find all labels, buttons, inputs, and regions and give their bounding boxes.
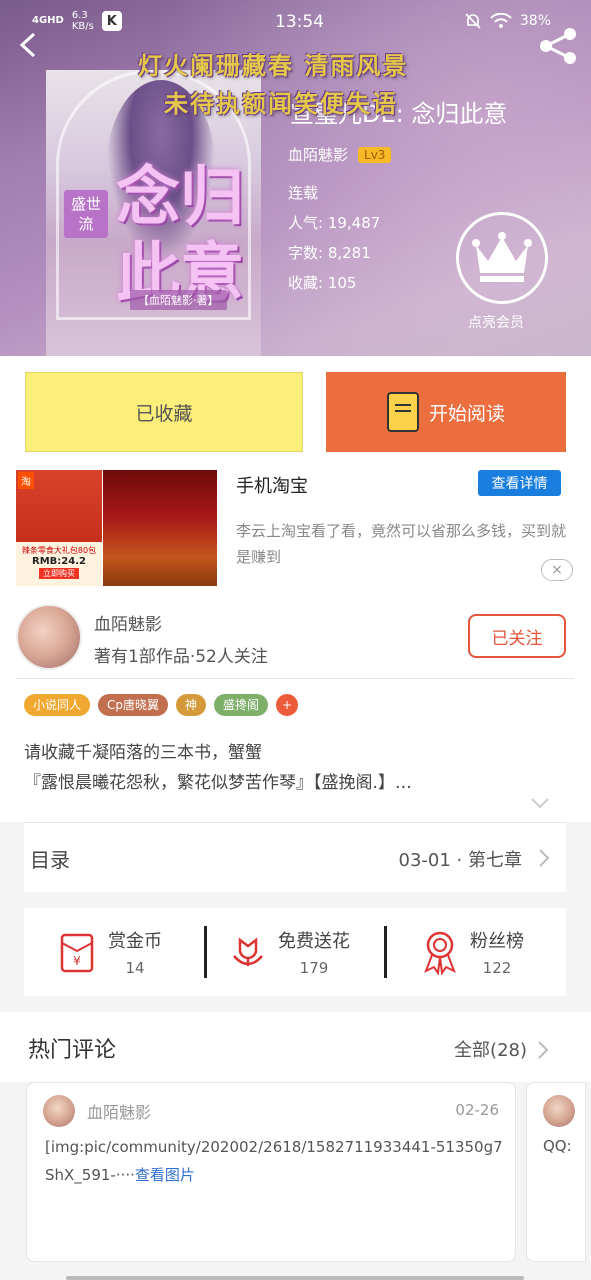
author-stats: 著有1部作品·52人关注 [94, 647, 268, 667]
comment-avatar[interactable] [543, 1095, 575, 1127]
follow-button[interactable]: 已关注 [468, 614, 566, 658]
banner-line-1: 灯火阑珊藏春 清雨风景 [138, 51, 409, 80]
svg-text:¥: ¥ [73, 954, 81, 968]
chevron-down-icon[interactable] [530, 796, 550, 810]
wifi-icon [490, 13, 512, 28]
divider [16, 678, 574, 679]
divider [24, 822, 566, 823]
book-status: 连载 [288, 184, 319, 202]
fans-stat[interactable]: 粉丝榜 122 [420, 924, 524, 980]
divider [384, 926, 387, 978]
ad-product-image[interactable]: 淘 辣条零食大礼包80包 RMB:24.2 立即购买 [16, 470, 102, 586]
ad-banner[interactable]: 淘 辣条零食大礼包80包 RMB:24.2 立即购买 手机淘宝 查看详情 李云上… [0, 466, 591, 592]
hot-comments-section: 热门评论 全部(28) 血陌魅影 02-26 [img:pic/communit… [0, 1012, 591, 1280]
share-icon[interactable] [536, 26, 580, 66]
reward-count: 14 [125, 959, 145, 977]
medal-icon [424, 931, 456, 975]
ad-promo-text: 辣条零食大礼包80包 [21, 546, 97, 555]
chevron-right-icon [539, 849, 550, 867]
back-arrow-icon[interactable] [14, 30, 44, 60]
comment-text: QQ: [543, 1137, 572, 1155]
comment-body: [img:pic/community/202002/2618/158271193… [45, 1138, 503, 1184]
vip-crown-button[interactable] [456, 212, 548, 304]
action-bar: 已收藏 开始阅读 [0, 356, 591, 466]
ad-detail-button[interactable]: 查看详情 [478, 470, 561, 496]
flowers-count: 179 [299, 959, 329, 977]
book-popularity: 人气: 19,487 [288, 214, 381, 232]
flower-icon [233, 937, 263, 966]
ad-product-image-2[interactable] [103, 470, 217, 586]
comments-header: 热门评论 全部(28) [0, 1012, 591, 1082]
add-tag-button[interactable]: + [276, 694, 299, 716]
tag-item[interactable]: 神 [176, 694, 207, 716]
book-header: 4GHD 6.3 KB/s K 13:54 38% 灯火阑珊藏春 清雨风景 未待… [0, 0, 591, 356]
cover-subtitle: 【血陌魅影·著】 [130, 290, 227, 310]
book-icon [386, 392, 419, 432]
vip-label[interactable]: 点亮会员 [468, 312, 524, 332]
chevron-right-icon[interactable] [537, 1040, 549, 1060]
divider [204, 926, 207, 978]
tag-item[interactable]: 盛搀阁 [214, 694, 269, 716]
author-level-badge: Lv3 [358, 146, 392, 163]
network-indicator: 4GHD [32, 15, 64, 26]
ad-description: 李云上淘宝看了看，竟然可以省那么多钱，买到就是赚到 [236, 522, 567, 566]
status-left: 4GHD 6.3 KB/s K [32, 10, 122, 32]
flowers-stat[interactable]: 免费送花 179 [228, 924, 350, 980]
ad-price: RMB:24.2 [32, 556, 86, 567]
comment-author[interactable]: 血陌魅影 [87, 1099, 151, 1123]
mute-bell-icon [465, 13, 481, 29]
red-envelope-icon: ¥ [60, 933, 94, 973]
book-description[interactable]: 请收藏千凝陌落的三本书，蟹蟹 『露恨晨曦花怨秋，繁花似梦苦作琴』【盛挽阁.】… [24, 738, 564, 798]
comment-card[interactable]: 血陌魅影 02-26 [img:pic/community/202002/261… [26, 1082, 516, 1262]
banner-line-2: 未待执额闻笑便失语 [164, 89, 398, 118]
comments-title: 热门评论 [28, 1038, 117, 1063]
toc-latest-chapter: 03-01 · 第七章 [398, 850, 522, 871]
start-reading-button[interactable]: 开始阅读 [326, 372, 566, 452]
taobao-tag: 淘 [18, 472, 34, 489]
ad-price-box: 辣条零食大礼包80包 RMB:24.2 立即购买 [16, 542, 102, 586]
k-app-icon: K [101, 11, 122, 31]
comment-card[interactable]: QQ: [526, 1082, 586, 1262]
view-image-link[interactable]: 查看图片 [135, 1166, 195, 1184]
fans-label: 粉丝榜 [470, 931, 524, 952]
start-reading-label: 开始阅读 [428, 402, 505, 425]
book-word-count: 字数: 8,281 [288, 244, 371, 262]
reward-label: 赏金币 [108, 931, 162, 952]
fans-count: 122 [482, 959, 512, 977]
book-author-name[interactable]: 血陌魅影 [288, 144, 348, 165]
stats-row: ¥ 赏金币 14 免费送花 179 粉丝榜 122 [24, 908, 566, 996]
collected-button[interactable]: 已收藏 [25, 372, 303, 452]
crown-icon [472, 232, 532, 282]
author-avatar[interactable] [16, 604, 82, 670]
tag-list: 小说同人 Cp唐晓翼 神 盛搀阁 + [24, 694, 299, 716]
comment-date: 02-26 [455, 1101, 499, 1119]
status-time: 13:54 [275, 12, 324, 32]
all-comments-link[interactable]: 全部(28) [454, 1036, 527, 1062]
ad-buy-label: 立即购买 [39, 568, 79, 579]
tag-item[interactable]: 小说同人 [24, 694, 91, 716]
book-author-row[interactable]: 血陌魅影 Lv3 [288, 144, 392, 165]
comment-avatar[interactable] [43, 1095, 75, 1127]
comment-text: [img:pic/community/202002/2618/158271193… [45, 1133, 505, 1189]
author-section: 血陌魅影 著有1部作品·52人关注 已关注 小说同人 Cp唐晓翼 神 盛搀阁 +… [0, 592, 591, 822]
status-bar: 4GHD 6.3 KB/s K 13:54 38% [0, 0, 591, 44]
flowers-label: 免费送花 [278, 931, 350, 952]
book-favorites: 收藏: 105 [288, 274, 357, 292]
toc-label: 目录 [30, 848, 70, 872]
table-of-contents-row[interactable]: 目录 03-01 · 第七章 [24, 822, 566, 892]
horizontal-scrollbar[interactable] [66, 1276, 524, 1280]
network-speed: 6.3 KB/s [71, 10, 94, 32]
ad-title: 手机淘宝 [236, 476, 308, 497]
tag-item[interactable]: Cp唐晓翼 [98, 694, 169, 716]
reward-stat[interactable]: ¥ 赏金币 14 [54, 924, 162, 980]
author-name[interactable]: 血陌魅影 [94, 610, 162, 635]
ad-close-button[interactable]: × [541, 559, 573, 581]
